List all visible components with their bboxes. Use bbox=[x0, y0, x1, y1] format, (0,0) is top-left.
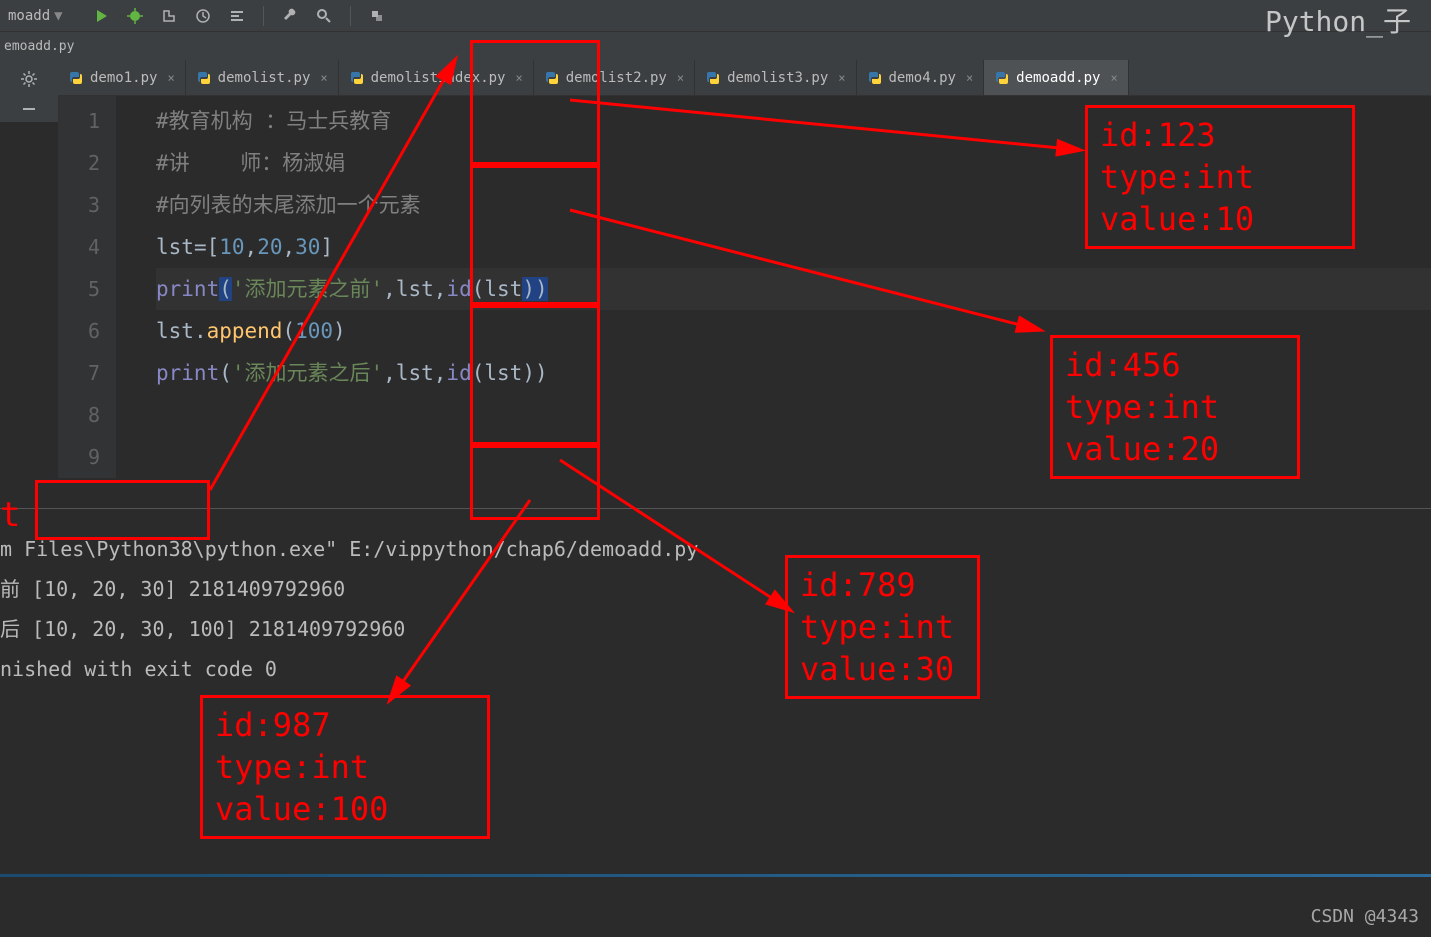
dropdown-arrow-icon: ▼ bbox=[54, 8, 62, 24]
tab-label: demo4.py bbox=[889, 70, 956, 86]
code-line-2[interactable]: #讲 师：杨淑娟 bbox=[156, 142, 1431, 184]
python-file-icon bbox=[349, 70, 365, 86]
python-file-icon bbox=[705, 70, 721, 86]
close-icon[interactable]: × bbox=[966, 71, 973, 85]
toolbar-actions bbox=[95, 6, 385, 26]
code-line-4[interactable]: lst=[10,20,30] bbox=[156, 226, 1431, 268]
tab-demoadd[interactable]: demoadd.py × bbox=[984, 60, 1129, 95]
watermark: CSDN @4343 bbox=[1311, 906, 1419, 927]
code-line-9[interactable] bbox=[156, 436, 1431, 478]
close-icon[interactable]: × bbox=[838, 71, 845, 85]
console-output: m Files\Python38\python.exe" E:/vippytho… bbox=[0, 508, 1431, 689]
console-line: nished with exit code 0 bbox=[0, 649, 1431, 689]
tab-label: demolist3.py bbox=[727, 70, 828, 86]
profile-icon[interactable] bbox=[195, 6, 211, 26]
divider bbox=[350, 6, 351, 26]
python-file-icon bbox=[196, 70, 212, 86]
run-icon[interactable] bbox=[95, 6, 109, 26]
breadcrumb[interactable]: moadd ▼ bbox=[8, 8, 63, 24]
code-line-7[interactable]: print('添加元素之后',lst,id(lst)) bbox=[156, 352, 1431, 394]
close-icon[interactable]: × bbox=[1110, 71, 1117, 85]
sync-icon[interactable] bbox=[369, 6, 385, 26]
python-file-icon bbox=[994, 70, 1010, 86]
tab-demolist3[interactable]: demolist3.py × bbox=[695, 60, 856, 95]
close-icon[interactable]: × bbox=[320, 71, 327, 85]
collapse-icon[interactable] bbox=[21, 101, 37, 122]
line-number: 7 bbox=[58, 352, 100, 394]
python-file-icon bbox=[867, 70, 883, 86]
console-line: 后 [10, 20, 30, 100] 2181409792960 bbox=[0, 609, 1431, 649]
tab-label: demoadd.py bbox=[1016, 70, 1100, 86]
side-controls bbox=[0, 60, 58, 122]
code-line-1[interactable]: #教育机构 ：马士兵教育 bbox=[156, 100, 1431, 142]
code-line-8[interactable] bbox=[156, 394, 1431, 436]
code-line-6[interactable]: lst.append(100) bbox=[156, 310, 1431, 352]
editor-area: demo1.py × demolist.py × demolistindex.p… bbox=[0, 60, 1431, 478]
code-line-3[interactable]: #向列表的末尾添加一个元素 bbox=[156, 184, 1431, 226]
tab-label: demolist.py bbox=[218, 70, 311, 86]
line-number-gutter: 1 2 3 4 5 6 7 8 9 bbox=[58, 96, 116, 478]
close-icon[interactable]: × bbox=[515, 71, 522, 85]
concurrent-icon[interactable] bbox=[229, 6, 245, 26]
tab-label: demolistindex.py bbox=[371, 70, 506, 86]
file-path-label: emoadd.py bbox=[4, 39, 74, 54]
tab-demo4[interactable]: demo4.py × bbox=[857, 60, 985, 95]
divider bbox=[263, 6, 264, 26]
line-number: 9 bbox=[58, 436, 100, 478]
line-number: 6 bbox=[58, 310, 100, 352]
coverage-icon[interactable] bbox=[161, 6, 177, 26]
code-content[interactable]: #教育机构 ：马士兵教育 #讲 师：杨淑娟 #向列表的末尾添加一个元素 lst=… bbox=[116, 96, 1431, 478]
tab-demolist2[interactable]: demolist2.py × bbox=[534, 60, 695, 95]
close-icon[interactable]: × bbox=[167, 71, 174, 85]
app-title: Python_子 bbox=[1265, 0, 1411, 40]
annotation-box-4: id:987 type:int value:100 bbox=[200, 695, 490, 839]
tab-label: demo1.py bbox=[90, 70, 157, 86]
python-file-icon bbox=[544, 70, 560, 86]
python-file-icon bbox=[68, 70, 84, 86]
code-line-5[interactable]: print('添加元素之前',lst,id(lst)) bbox=[156, 268, 1431, 310]
line-number: 4 bbox=[58, 226, 100, 268]
settings-icon[interactable] bbox=[20, 70, 38, 93]
line-number: 2 bbox=[58, 142, 100, 184]
close-icon[interactable]: × bbox=[677, 71, 684, 85]
line-number: 1 bbox=[58, 100, 100, 142]
console-line: m Files\Python38\python.exe" E:/vippytho… bbox=[0, 529, 1431, 569]
tab-demolist[interactable]: demolist.py × bbox=[186, 60, 339, 95]
tab-label: demolist2.py bbox=[566, 70, 667, 86]
bottom-divider bbox=[0, 874, 1431, 877]
code-editor[interactable]: 1 2 3 4 5 6 7 8 9 #教育机构 ：马士兵教育 #讲 师：杨淑娟 … bbox=[58, 96, 1431, 478]
line-number: 5 bbox=[58, 268, 100, 310]
debug-icon[interactable] bbox=[127, 6, 143, 26]
line-number: 3 bbox=[58, 184, 100, 226]
line-number: 8 bbox=[58, 394, 100, 436]
tab-demo1[interactable]: demo1.py × bbox=[58, 60, 186, 95]
tab-demolistindex[interactable]: demolistindex.py × bbox=[339, 60, 534, 95]
search-icon[interactable] bbox=[316, 6, 332, 26]
wrench-icon[interactable] bbox=[282, 6, 298, 26]
editor-tabs: demo1.py × demolist.py × demolistindex.p… bbox=[58, 60, 1431, 96]
console-line: 前 [10, 20, 30] 2181409792960 bbox=[0, 569, 1431, 609]
file-path-tab: emoadd.py bbox=[0, 32, 1431, 60]
toolbar: moadd ▼ Python_子 bbox=[0, 0, 1431, 32]
breadcrumb-item: moadd bbox=[8, 8, 50, 24]
